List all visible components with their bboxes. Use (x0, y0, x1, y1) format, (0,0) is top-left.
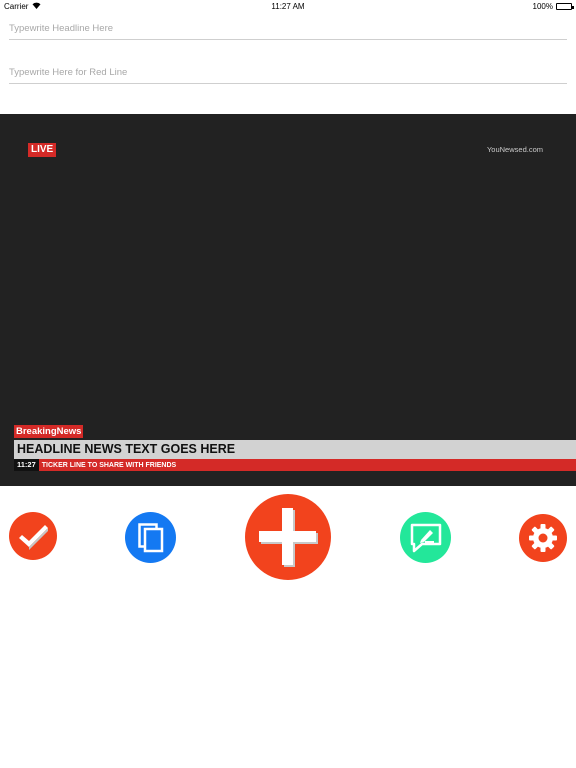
status-bar: Carrier 11:27 AM 100% (0, 0, 576, 12)
status-right: 100% (532, 2, 574, 11)
add-button[interactable] (245, 494, 331, 580)
red-line-input[interactable] (9, 62, 567, 84)
ticker-text: TICKER LINE TO SHARE WITH FRIENDS (41, 461, 177, 469)
headline-input[interactable] (9, 18, 567, 40)
copy-icon (137, 522, 163, 552)
news-preview: LIVE YouNewsed.com BreakingNews HEADLINE… (0, 114, 576, 486)
breaking-news-label: BreakingNews (14, 425, 84, 438)
settings-button[interactable] (519, 514, 567, 562)
gear-icon (529, 524, 557, 552)
chat-edit-icon (410, 523, 441, 552)
headline-bar: HEADLINE NEWS TEXT GOES HERE (14, 440, 576, 459)
live-badge: LIVE (28, 143, 57, 157)
status-time: 11:27 AM (271, 2, 305, 11)
copy-button[interactable] (125, 512, 176, 563)
ticker-time: 11:27 (14, 459, 39, 471)
battery-icon (556, 3, 574, 10)
plus-icon (259, 508, 318, 567)
battery-percent: 100% (532, 2, 553, 11)
check-button[interactable] (9, 512, 57, 560)
check-icon (19, 525, 48, 550)
brand-watermark: YouNewsed.com (486, 145, 543, 154)
ticker-bar: 11:27 TICKER LINE TO SHARE WITH FRIENDS (14, 459, 576, 471)
edit-message-button[interactable] (400, 512, 451, 563)
